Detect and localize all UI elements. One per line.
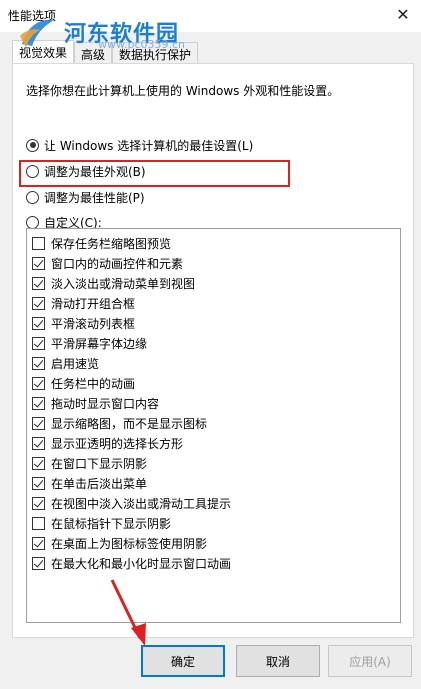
effect-item[interactable]: 显示亚透明的选择长方形	[32, 434, 183, 452]
effect-label: 保存任务栏缩略图预览	[51, 236, 172, 251]
checkbox-checked-icon	[32, 476, 45, 490]
effect-item[interactable]: 启用速览	[32, 354, 99, 372]
effect-label: 在最大化和最小化时显示窗口动画	[51, 556, 232, 571]
effect-item[interactable]: 平滑屏幕字体边缘	[32, 334, 147, 352]
checkbox-checked-icon	[32, 256, 45, 270]
cancel-button[interactable]: 取消	[236, 645, 320, 677]
effect-label: 任务栏中的动画	[51, 376, 136, 391]
visual-effects-panel: 选择你想在此计算机上使用的 Windows 外观和性能设置。 让 Windows…	[12, 63, 414, 638]
effect-label: 平滑滚动列表框	[51, 316, 136, 331]
checkbox-checked-icon	[32, 276, 45, 290]
effect-label: 在单击后淡出菜单	[51, 476, 148, 491]
radio-best-performance[interactable]: 调整为最佳性能(P)	[26, 188, 145, 206]
checkbox-checked-icon	[32, 376, 45, 390]
checkbox-unchecked-icon	[32, 236, 45, 250]
checkbox-checked-icon	[32, 536, 45, 550]
description-text: 选择你想在此计算机上使用的 Windows 外观和性能设置。	[26, 84, 340, 98]
checkbox-checked-icon	[32, 456, 45, 470]
effect-label: 启用速览	[51, 356, 100, 371]
effect-label: 显示缩略图，而不是显示图标	[51, 416, 208, 431]
checkbox-unchecked-icon	[32, 516, 45, 530]
effect-label: 在窗口下显示阴影	[51, 456, 148, 471]
checkbox-checked-icon	[32, 396, 45, 410]
apply-button[interactable]: 应用(A)	[328, 645, 412, 677]
effect-item[interactable]: 任务栏中的动画	[32, 374, 135, 392]
effect-label: 在桌面上为图标标签使用阴影	[51, 536, 208, 551]
radio-empty-icon	[26, 215, 39, 229]
checkbox-checked-icon	[32, 496, 45, 510]
effect-label: 拖动时显示窗口内容	[51, 396, 160, 411]
checkbox-checked-icon	[32, 556, 45, 570]
effect-item[interactable]: 平滑滚动列表框	[32, 314, 135, 332]
effect-item[interactable]: 滑动打开组合框	[32, 294, 135, 312]
radio-label: 调整为最佳性能(P)	[44, 190, 145, 205]
effect-label: 显示亚透明的选择长方形	[51, 436, 184, 451]
checkbox-checked-icon	[32, 416, 45, 430]
effect-label: 在鼠标指针下显示阴影	[51, 516, 172, 531]
effect-label: 淡入淡出或滑动菜单到视图	[51, 276, 196, 291]
annotation-highlight-box	[19, 160, 290, 187]
effect-label: 窗口内的动画控件和元素	[51, 256, 184, 271]
checkbox-checked-icon	[32, 436, 45, 450]
close-button[interactable]: ✕	[385, 0, 421, 32]
radio-label: 让 Windows 选择计算机的最佳设置(L)	[44, 138, 254, 153]
watermark-url: www.pc0359.cn	[98, 38, 186, 51]
effect-item[interactable]: 拖动时显示窗口内容	[32, 394, 159, 412]
checkbox-checked-icon	[32, 336, 45, 350]
effect-item[interactable]: 在鼠标指针下显示阴影	[32, 514, 171, 532]
effect-item[interactable]: 在视图中淡入淡出或滑动工具提示	[32, 494, 231, 512]
watermark-logo-icon	[20, 19, 54, 48]
effect-item[interactable]: 在窗口下显示阴影	[32, 454, 147, 472]
effect-item[interactable]: 在桌面上为图标标签使用阴影	[32, 534, 207, 552]
radio-let-windows-choose[interactable]: 让 Windows 选择计算机的最佳设置(L)	[26, 136, 253, 154]
radio-selected-icon	[26, 138, 39, 152]
checkbox-checked-icon	[32, 316, 45, 330]
effect-item[interactable]: 淡入淡出或滑动菜单到视图	[32, 274, 195, 292]
effect-item[interactable]: 显示缩略图，而不是显示图标	[32, 414, 207, 432]
effect-label: 滑动打开组合框	[51, 296, 136, 311]
checkbox-checked-icon	[32, 296, 45, 310]
effect-item[interactable]: 在最大化和最小化时显示窗口动画	[32, 554, 231, 572]
checkbox-checked-icon	[32, 356, 45, 370]
effect-label: 在视图中淡入淡出或滑动工具提示	[51, 496, 232, 511]
effect-label: 平滑屏幕字体边缘	[51, 336, 148, 351]
effects-list[interactable]: 保存任务栏缩略图预览 窗口内的动画控件和元素 淡入淡出或滑动菜单到视图 滑动打开…	[26, 228, 401, 623]
radio-empty-icon	[26, 190, 39, 204]
effect-item[interactable]: 保存任务栏缩略图预览	[32, 234, 171, 252]
effect-item[interactable]: 窗口内的动画控件和元素	[32, 254, 183, 272]
ok-button[interactable]: 确定	[141, 645, 225, 677]
effect-item[interactable]: 在单击后淡出菜单	[32, 474, 147, 492]
